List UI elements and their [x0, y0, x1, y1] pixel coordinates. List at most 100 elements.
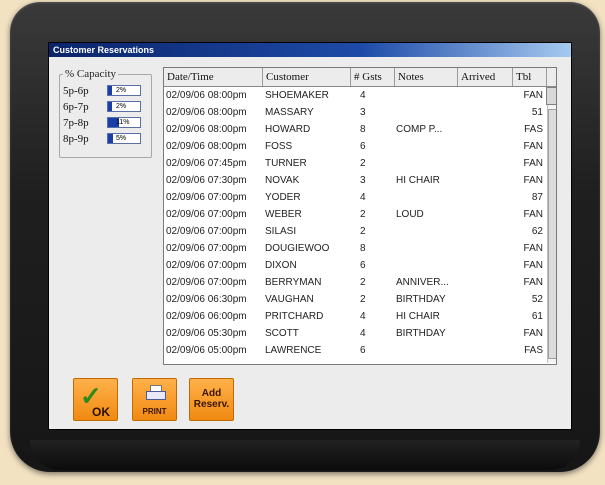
capacity-meter-fill	[108, 102, 112, 111]
cell-gsts: 8	[360, 243, 366, 254]
capacity-time-label: 6p-7p	[63, 101, 89, 113]
table-row[interactable]: 02/09/06 08:00pm FOSS 6 FAN	[164, 138, 556, 155]
header-arrived[interactable]: Arrived	[458, 68, 513, 86]
cell-gsts: 4	[360, 192, 366, 203]
cell-customer: SILASI	[265, 226, 297, 237]
cell-gsts: 6	[360, 141, 366, 152]
capacity-percent: 2%	[116, 103, 127, 110]
ok-label: OK	[92, 405, 110, 419]
table-row[interactable]: 02/09/06 07:45pm TURNER 2 FAN	[164, 155, 556, 172]
cell-notes: HI CHAIR	[396, 311, 440, 322]
cell-datetime: 02/09/06 07:45pm	[166, 158, 247, 169]
cell-gsts: 4	[360, 311, 366, 322]
table-row[interactable]: 02/09/06 07:00pm SILASI 2 62	[164, 223, 556, 240]
header-tbl[interactable]: Tbl	[513, 68, 547, 86]
table-row[interactable]: 02/09/06 05:30pm SCOTT 4 BIRTHDAY FAN	[164, 325, 556, 342]
capacity-meter-fill	[108, 86, 112, 95]
cell-tbl: FAN	[523, 141, 543, 152]
cell-gsts: 2	[360, 226, 366, 237]
cell-customer: FOSS	[265, 141, 293, 152]
cell-customer: DOUGIEWOO	[265, 243, 330, 254]
cell-notes	[396, 104, 458, 121]
header-datetime[interactable]: Date/Time	[164, 68, 263, 86]
print-button[interactable]: PRINT	[132, 378, 177, 421]
table-row[interactable]: 02/09/06 07:00pm WEBER 2 LOUD FAN	[164, 206, 556, 223]
screen: Customer Reservations % Capacity 5p-6p 2%…	[48, 42, 572, 430]
scroll-up-button[interactable]	[546, 87, 556, 105]
cell-datetime: 02/09/06 07:00pm	[166, 192, 247, 203]
cell-customer: SHOEMAKER	[265, 90, 329, 101]
add-reservation-button[interactable]: Add Reserv.	[189, 378, 234, 421]
table-row[interactable]: 02/09/06 08:00pm SHOEMAKER 4 FAN	[164, 87, 556, 104]
cell-customer: BERRYMAN	[265, 277, 322, 288]
capacity-time-label: 5p-6p	[63, 85, 89, 97]
header-notes[interactable]: Notes	[395, 68, 458, 86]
cell-datetime: 02/09/06 07:00pm	[166, 209, 247, 220]
cell-datetime: 02/09/06 07:00pm	[166, 277, 247, 288]
ok-button[interactable]: ✓ OK	[73, 378, 118, 421]
cell-gsts: 8	[360, 124, 366, 135]
monitor-base	[30, 440, 580, 470]
window-title: Customer Reservations	[49, 43, 571, 57]
cell-notes	[396, 189, 458, 206]
table-row[interactable]: 02/09/06 06:00pm PRITCHARD 4 HI CHAIR 61	[164, 308, 556, 325]
capacity-percent: 5%	[116, 135, 127, 142]
cell-customer: VAUGHAN	[265, 294, 314, 305]
cell-tbl: FAS	[524, 345, 543, 356]
capacity-legend: % Capacity	[63, 68, 119, 80]
cell-datetime: 02/09/06 05:00pm	[166, 345, 247, 356]
cell-tbl: FAN	[523, 158, 543, 169]
cell-tbl: 87	[531, 192, 543, 203]
cell-notes: LOUD	[396, 209, 424, 220]
capacity-percent: 11%	[116, 119, 130, 126]
cell-tbl: FAN	[523, 209, 543, 220]
cell-tbl: FAN	[523, 260, 543, 271]
printer-icon	[146, 385, 166, 403]
table-header: Date/Time Customer # Gsts Notes Arrived …	[164, 68, 556, 87]
capacity-meter: 11%	[107, 117, 141, 128]
cell-tbl: 62	[531, 226, 543, 237]
cell-gsts: 2	[360, 209, 366, 220]
table-row[interactable]: 02/09/06 05:00pm LAWRENCE 6 FAS	[164, 342, 556, 359]
cell-tbl: 52	[531, 294, 543, 305]
cell-customer: YODER	[265, 192, 301, 203]
cell-customer: TURNER	[265, 158, 307, 169]
table-row[interactable]: 02/09/06 07:00pm DIXON 6 FAN	[164, 257, 556, 274]
table-row[interactable]: 02/09/06 07:30pm NOVAK 3 HI CHAIR FAN	[164, 172, 556, 189]
capacity-percent: 2%	[116, 87, 127, 94]
vertical-scrollbar[interactable]	[546, 87, 556, 363]
header-customer[interactable]: Customer	[263, 68, 351, 86]
cell-tbl: FAN	[523, 90, 543, 101]
capacity-meter-fill	[108, 134, 113, 143]
cell-notes: COMP P...	[396, 124, 443, 135]
cell-datetime: 02/09/06 07:00pm	[166, 260, 247, 271]
cell-customer: PRITCHARD	[265, 311, 324, 322]
cell-notes: HI CHAIR	[396, 175, 440, 186]
scroll-thumb[interactable]	[548, 109, 556, 359]
cell-datetime: 02/09/06 06:30pm	[166, 294, 247, 305]
header-gsts[interactable]: # Gsts	[351, 68, 395, 86]
table-row[interactable]: 02/09/06 08:00pm MASSARY 3 51	[164, 104, 556, 121]
table-row[interactable]: 02/09/06 07:00pm YODER 4 87	[164, 189, 556, 206]
capacity-meter: 2%	[107, 85, 141, 96]
capacity-time-label: 8p-9p	[63, 133, 89, 145]
table-row[interactable]: 02/09/06 08:00pm HOWARD 8 COMP P... FAS	[164, 121, 556, 138]
table-row[interactable]: 02/09/06 06:30pm VAUGHAN 2 BIRTHDAY 52	[164, 291, 556, 308]
table-row[interactable]: 02/09/06 07:00pm DOUGIEWOO 8 FAN	[164, 240, 556, 257]
reservations-table: Date/Time Customer # Gsts Notes Arrived …	[163, 67, 557, 365]
cell-tbl: FAN	[523, 328, 543, 339]
cell-tbl: 61	[531, 311, 543, 322]
cell-datetime: 02/09/06 08:00pm	[166, 107, 247, 118]
cell-gsts: 2	[360, 277, 366, 288]
cell-datetime: 02/09/06 07:30pm	[166, 175, 247, 186]
cell-gsts: 4	[360, 90, 366, 101]
cell-notes: BIRTHDAY	[396, 328, 446, 339]
add-reservation-label: Add Reserv.	[193, 388, 230, 410]
cell-notes	[396, 87, 458, 104]
capacity-meter: 5%	[107, 133, 141, 144]
table-row[interactable]: 02/09/06 07:00pm BERRYMAN 2 ANNIVER... FAN	[164, 274, 556, 291]
cell-notes: BIRTHDAY	[396, 294, 446, 305]
cell-notes	[396, 240, 458, 257]
capacity-time-label: 7p-8p	[63, 117, 89, 129]
cell-notes	[396, 342, 458, 359]
